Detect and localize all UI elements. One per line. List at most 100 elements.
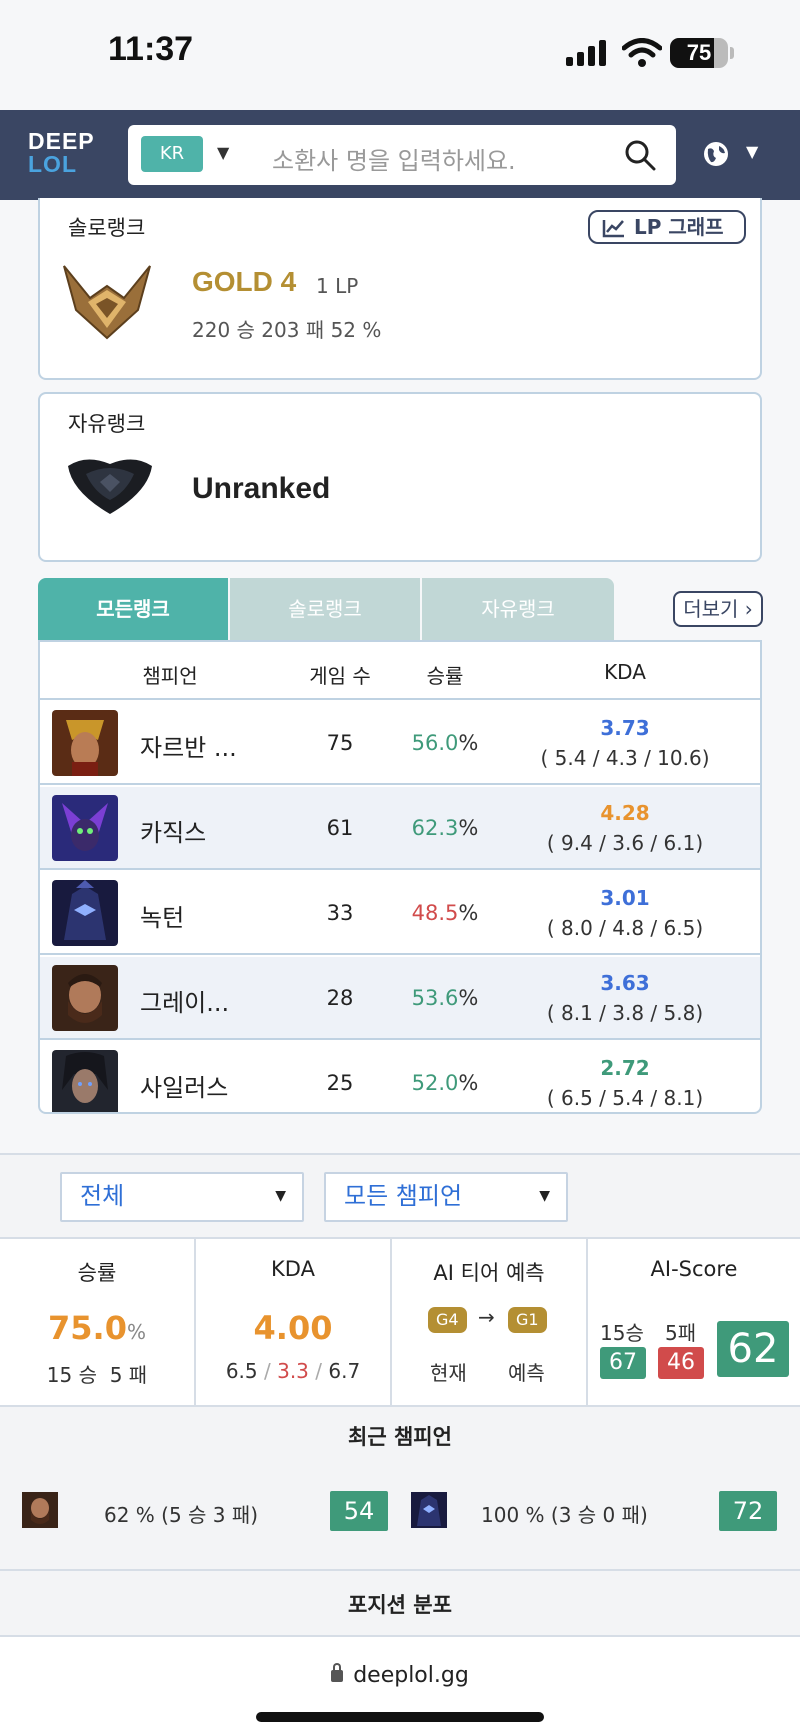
kda-detail: ( 8.1 / 3.8 / 5.8) [546, 1001, 704, 1025]
separator: / [263, 1359, 271, 1383]
unranked-emblem-icon [68, 459, 152, 514]
separator: / [315, 1359, 323, 1383]
win-score: 67 [600, 1347, 646, 1379]
header-champion: 챔피언 [142, 664, 198, 688]
current-tier-badge: G4 [428, 1307, 467, 1333]
tab-all-rank[interactable]: 모든랭크 [38, 578, 228, 640]
language-caret-icon[interactable]: ▼ [746, 142, 758, 161]
winrate: 48.5% [390, 901, 500, 925]
kda-value: 4.28 [600, 801, 650, 825]
avg-kills: 6.5 [225, 1359, 258, 1383]
champion-name: 자르반 ... [140, 734, 237, 762]
lock-icon [331, 1663, 344, 1682]
more-button[interactable]: 더보기 › [673, 591, 763, 627]
globe-icon[interactable] [702, 140, 730, 168]
position-distribution: 포지션 분포 [0, 1571, 800, 1637]
kda-detail: ( 8.0 / 4.8 / 6.5) [546, 916, 704, 940]
header-winrate: 승률 [426, 664, 464, 688]
champion-name: 그레이... [140, 989, 230, 1017]
winrate: 52.0% [390, 1071, 500, 1095]
deeplol-logo[interactable]: DEEP LOL [28, 130, 98, 176]
winrate-value: 56.0 [411, 731, 459, 755]
kda-detail: ( 6.5 / 5.4 / 8.1) [546, 1086, 704, 1110]
solo-record: 220 승 203 패 52 % [192, 318, 382, 342]
chevron-down-icon: ▼ [275, 1188, 286, 1204]
winrate-value: 53.6 [411, 986, 459, 1010]
solo-tier: GOLD 4 [192, 266, 297, 297]
recent-champions: 최근 챔피언 62 % (5 승 3 패) 54 100 % (3 승 0 패)… [0, 1407, 800, 1571]
flex-rank-card: 자유랭크 Unranked [38, 392, 762, 562]
table-row[interactable]: 카직스 61 62.3% 4.28 ( 9.4 / 3.6 / 6.1) [40, 787, 760, 870]
recent-champion-score: 54 [330, 1491, 388, 1531]
nocturne-champion-icon [52, 880, 118, 946]
search-icon[interactable] [624, 139, 656, 171]
winrate-unit: % [458, 816, 479, 840]
kda-detail: ( 9.4 / 3.6 / 6.1) [546, 831, 704, 855]
champion-table: 챔피언 게임 수 승률 KDA 자르반 ... 75 56.0% 3.73 ( … [38, 640, 762, 1114]
predicted-label: 예측 [508, 1361, 545, 1385]
kda-value: 3.73 [600, 716, 650, 740]
current-label: 현재 [430, 1361, 467, 1385]
app-header: DEEP LOL KR ▼ 소환사 명을 입력하세요. ▼ [0, 110, 800, 200]
recent-champion-score: 72 [719, 1491, 777, 1531]
table-row[interactable]: 그레이... 28 53.6% 3.63 ( 8.1 / 3.8 / 5.8) [40, 957, 760, 1040]
tab-solo-rank[interactable]: 솔로랭크 [230, 578, 420, 640]
champion-filter-dropdown[interactable]: 모든 챔피언 ▼ [324, 1172, 568, 1222]
winrate-number: 75.0 [48, 1309, 127, 1347]
filter-bar: 전체 ▼ 모든 챔피언 ▼ [0, 1153, 800, 1237]
games-count: 33 [326, 901, 354, 925]
champion-filter-value: 모든 챔피언 [344, 1182, 463, 1210]
games-count: 28 [326, 986, 354, 1010]
loss-label: 5패 [665, 1321, 697, 1345]
winrate-stat: 승률 75.0% 15 승 5 패 [0, 1239, 196, 1405]
lp-graph-label: LP 그래프 [634, 215, 724, 239]
ai-score-stat: AI-Score 15승 5패 67 46 62 [588, 1239, 800, 1405]
tab-flex-rank[interactable]: 자유랭크 [422, 578, 614, 640]
winrate: 53.6% [390, 986, 500, 1010]
chevron-right-icon: › [744, 597, 753, 621]
solo-rank-label: 솔로랭크 [68, 216, 146, 240]
battery-percent: 75 [686, 40, 712, 65]
search-input[interactable]: 소환사 명을 입력하세요. [272, 141, 516, 176]
chevron-down-icon: ▼ [539, 1188, 550, 1204]
total-ai-score: 62 [717, 1321, 789, 1377]
ai-tier-title: AI 티어 예측 [433, 1261, 545, 1285]
winrate-title: 승률 [77, 1261, 117, 1285]
table-row[interactable]: 자르반 ... 75 56.0% 3.73 ( 5.4 / 4.3 / 10.6… [40, 702, 760, 785]
url-display[interactable]: deeplol.gg [0, 1663, 800, 1688]
status-time: 11:37 [108, 30, 194, 68]
summary-stats: 승률 75.0% 15 승 5 패 KDA 4.00 6.5 / 3.3 / 6… [0, 1237, 800, 1407]
games-count: 25 [326, 1071, 354, 1095]
sylas-champion-icon [52, 1050, 118, 1112]
queue-filter-dropdown[interactable]: 전체 ▼ [60, 1172, 304, 1222]
champion-name: 녹턴 [140, 904, 185, 932]
winrate: 62.3% [390, 816, 500, 840]
ai-score-title: AI-Score [650, 1257, 738, 1281]
winrate-unit: % [458, 1071, 479, 1095]
lp-graph-button[interactable]: LP 그래프 [588, 210, 746, 244]
region-select[interactable]: KR [141, 136, 203, 172]
line-chart-icon [602, 220, 624, 238]
winrate-value: 62.3 [411, 816, 459, 840]
avg-assists: 6.7 [328, 1359, 361, 1383]
header-games: 게임 수 [309, 664, 371, 688]
signal-icon [566, 40, 610, 66]
search-box: KR ▼ 소환사 명을 입력하세요. [128, 125, 676, 185]
battery-tip [730, 47, 734, 59]
loss-score: 46 [658, 1347, 704, 1379]
nocturne-champion-icon [411, 1492, 447, 1528]
win-label: 15승 [600, 1321, 644, 1345]
solo-rank-card: 솔로랭크 LP 그래프 GOLD 4 1 LP 220 승 203 패 52 % [38, 198, 762, 380]
flex-rank-label: 자유랭크 [68, 412, 146, 436]
kda-big: 4.00 [253, 1309, 333, 1347]
home-indicator[interactable] [256, 1712, 544, 1722]
battery-icon: 75 [670, 38, 728, 68]
winrate: 56.0% [390, 731, 500, 755]
games-count: 75 [326, 731, 354, 755]
region-caret-icon[interactable]: ▼ [217, 143, 229, 162]
winrate-unit: % [458, 731, 479, 755]
kda-breakdown: 6.5 / 3.3 / 6.7 [196, 1359, 390, 1383]
table-row[interactable]: 사일러스 25 52.0% 2.72 ( 6.5 / 5.4 / 8.1) [40, 1042, 760, 1112]
jarvan-champion-icon [52, 710, 118, 776]
table-row[interactable]: 녹턴 33 48.5% 3.01 ( 8.0 / 4.8 / 6.5) [40, 872, 760, 955]
